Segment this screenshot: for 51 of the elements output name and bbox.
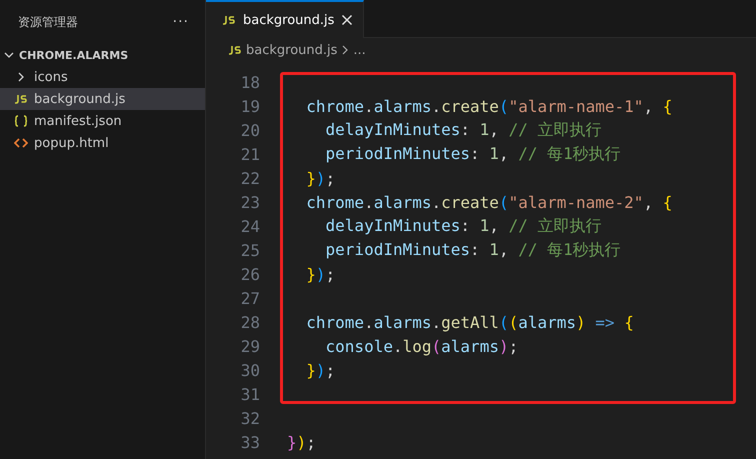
file-name: background.js: [34, 92, 126, 106]
js-file-icon: [14, 94, 28, 104]
line-number: 31: [240, 384, 260, 404]
code-line: chrome.alarms.create("alarm-name-1", {: [305, 96, 672, 116]
tab-label: background.js: [243, 12, 334, 28]
code-line: chrome.alarms.getAll((alarms) => {: [305, 312, 634, 332]
code-line: });: [287, 432, 316, 452]
line-number: 24: [240, 216, 260, 236]
braces-icon: [14, 115, 28, 127]
editor-tab[interactable]: background.js: [206, 0, 364, 38]
code-line: delayInMinutes: 1, // 立即执行: [324, 216, 602, 236]
file-name: icons: [34, 70, 68, 84]
file-name: popup.html: [34, 136, 109, 150]
more-actions-button[interactable]: ···: [172, 14, 189, 30]
code-line: });: [305, 168, 336, 188]
file-item[interactable]: manifest.json: [0, 110, 205, 132]
code-line: });: [305, 264, 336, 284]
js-file-icon: [222, 15, 236, 25]
js-file-icon: [228, 45, 242, 55]
line-number: 28: [240, 312, 260, 332]
breadcrumb-ellipsis[interactable]: ...: [353, 42, 366, 58]
code-line: periodInMinutes: 1, // 每1秒执行: [324, 144, 621, 164]
line-number: 32: [240, 408, 260, 428]
line-number: 25: [240, 240, 260, 260]
line-number: 19: [240, 96, 260, 116]
line-number: 18: [240, 72, 260, 92]
file-item[interactable]: icons: [0, 66, 205, 88]
line-number: 20: [240, 120, 260, 140]
line-number: 23: [240, 192, 260, 212]
file-item[interactable]: popup.html: [0, 132, 205, 154]
file-name: manifest.json: [34, 114, 122, 128]
close-icon[interactable]: [341, 14, 354, 26]
code-line: delayInMinutes: 1, // 立即执行: [324, 120, 602, 140]
code-line: chrome.alarms.create("alarm-name-2", {: [305, 192, 672, 212]
line-number: 26: [240, 264, 260, 284]
code-line: periodInMinutes: 1, // 每1秒执行: [324, 240, 621, 260]
line-number: 27: [240, 288, 260, 308]
angle-brackets-icon: [14, 138, 28, 148]
line-number: 21: [240, 144, 260, 164]
chevron-icon: [341, 44, 350, 56]
folder-name: CHROME.ALARMS: [19, 48, 128, 62]
code-line: });: [305, 360, 336, 380]
code-line: console.log(alarms);: [324, 336, 518, 356]
line-number: 29: [240, 336, 260, 356]
line-number: 33: [240, 432, 260, 452]
file-item[interactable]: background.js: [0, 88, 205, 110]
panel-title: 资源管理器: [18, 14, 78, 30]
line-number: 30: [240, 360, 260, 380]
folder-header[interactable]: CHROME.ALARMS: [0, 44, 205, 66]
line-number: 22: [240, 168, 260, 188]
breadcrumb-file[interactable]: background.js: [246, 42, 338, 58]
